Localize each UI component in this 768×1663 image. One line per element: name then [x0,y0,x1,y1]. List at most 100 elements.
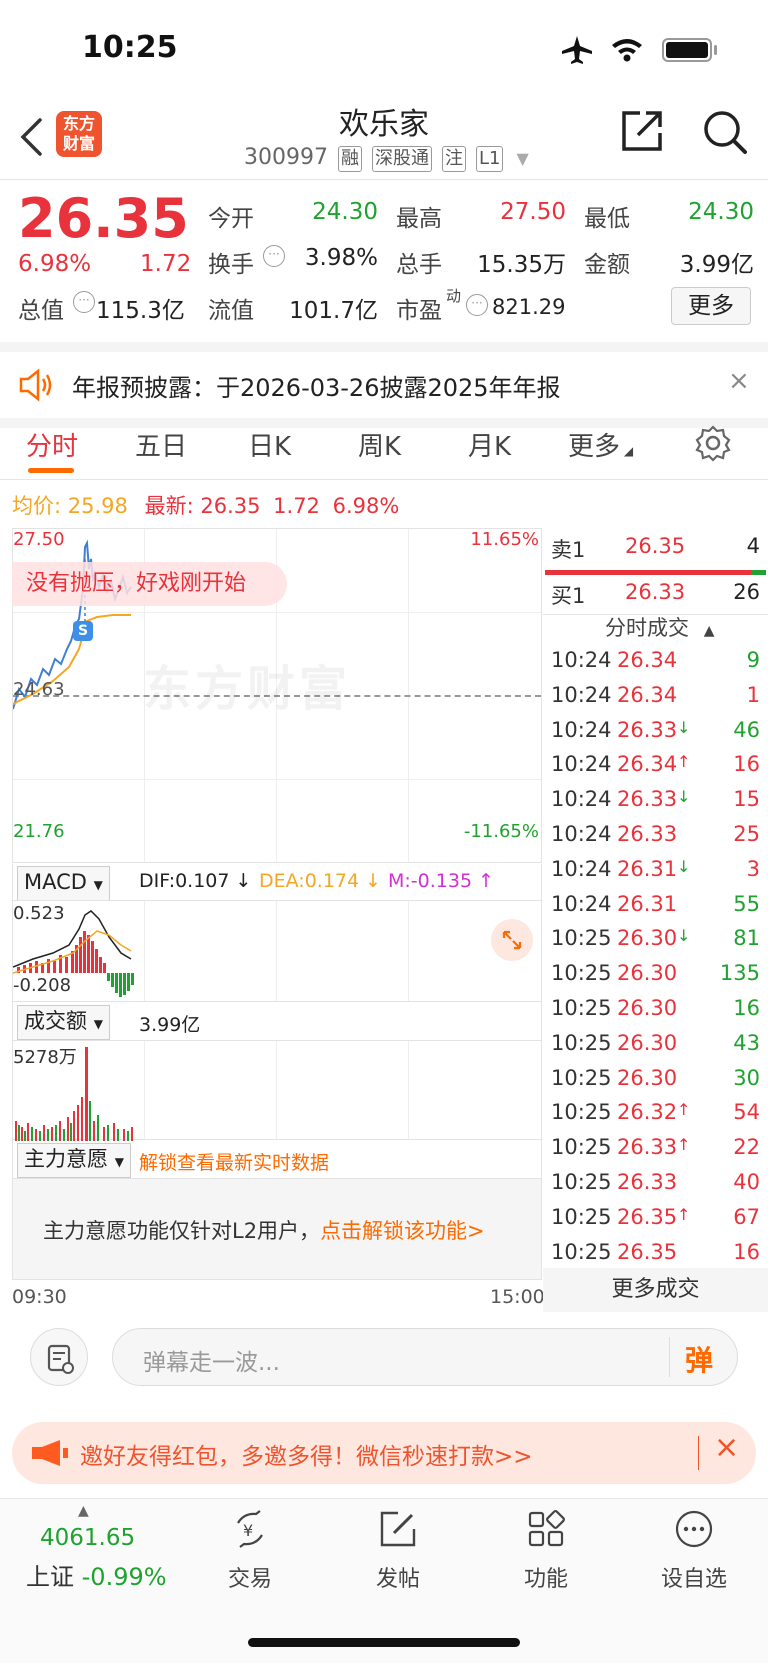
index-change: -0.99% [81,1563,167,1591]
tick-price: 26.33 [617,1170,678,1194]
search-icon[interactable] [702,109,748,155]
dropdown-arrow-icon: ▼ [114,1155,124,1169]
battery-tip-icon [714,45,717,55]
stock-code-row[interactable]: 300997 融 深股通 注 L1 ▼ [244,145,529,172]
sell-price: 26.35 [625,534,686,558]
danmu-input[interactable]: 弹幕走一波... 弹 [112,1328,738,1386]
tab-monthly-k[interactable]: 月K [468,426,511,463]
tick-price: 26.30 [617,926,678,951]
buy-ratio-bar [751,570,766,575]
capital-info-text: 主力意愿功能仅针对L2用户， [43,1219,321,1243]
expand-up-icon[interactable]: ▲ [78,1503,89,1519]
comment-bar: 弹幕走一波... 弹 [0,1310,768,1400]
tick-volume: 3 [746,856,760,881]
promo-tip[interactable]: 没有抛压，好戏刚开始 [12,562,287,606]
volume-panel-value: 3.99亿 [139,1014,201,1036]
nav-functions[interactable]: 功能 [496,1509,596,1593]
index-value[interactable]: 4061.65 [40,1525,135,1551]
tick-time: 10:25 [551,961,612,986]
mktcap-label: 总值 [18,298,64,324]
tick-time: 10:24 [551,856,612,881]
tick-row: 10:25 26.30 ↓ 81 [543,926,768,960]
macd-bottom-label: -0.208 [13,975,72,996]
danmu-placeholder: 弹幕走一波... [143,1350,280,1376]
tick-price: 26.30 [617,996,678,1020]
info-dots-icon[interactable]: ··· [466,294,488,316]
unlock-link[interactable]: 解锁查看最新实时数据 [139,1148,329,1175]
tick-direction-icon: ↓ [677,926,691,946]
tab-daily-k[interactable]: 日K [248,426,291,463]
high-label: 最高 [396,206,442,232]
tick-row: 10:24 26.31 ↓ 3 [543,857,768,891]
macd-label: MACD [24,870,87,894]
close-icon[interactable]: × [728,366,750,396]
tick-row: 10:25 26.30 16 [543,996,768,1030]
stock-code: 300997 [244,145,328,170]
tick-row: 10:24 26.33 ↓ 15 [543,787,768,821]
tick-price: 26.35 [617,1239,678,1264]
news-icon[interactable] [30,1328,88,1386]
macd-dif: DIF:0.107 ↓ [139,870,252,892]
nav-post[interactable]: 发帖 [348,1509,448,1593]
tick-volume: 15 [733,787,760,812]
nav-trade[interactable]: ¥ 交易 [200,1509,300,1593]
nav-functions-label: 功能 [523,1567,568,1592]
tick-volume: 22 [733,1135,760,1160]
change-value: 1.72 [140,251,192,277]
tick-time: 10:25 [551,1204,612,1229]
tick-price: 26.34 [617,752,678,777]
settings-gear-icon[interactable] [694,424,732,462]
tick-volume: 9 [746,648,760,672]
volume-selector[interactable]: 成交额 ▼ [17,1005,110,1040]
close-icon[interactable]: × [714,1430,739,1465]
tick-volume: 25 [733,822,760,846]
chart-tabs: 分时 五日 日K 周K 月K 更多 ◢ [0,408,768,480]
nav-add-watchlist[interactable]: 设自选 [644,1509,744,1593]
macd-bars [13,910,134,997]
tick-row: 10:24 26.33 ↓ 46 [543,718,768,752]
tab-five-day[interactable]: 五日 [135,426,187,463]
tick-time: 10:25 [551,1239,612,1264]
y-bottom-label: 21.76 [13,821,65,842]
status-time: 10:25 [82,30,178,65]
divider [669,1337,670,1377]
tab-more[interactable]: 更多 ◢ [568,426,633,463]
expand-icon[interactable] [491,919,533,961]
volume-bars [15,1047,133,1141]
home-indicator [248,1638,520,1647]
tick-price: 26.30 [617,1030,678,1055]
tick-row: 10:25 26.33 40 [543,1170,768,1204]
ticks-title[interactable]: 分时成交 ▲ [605,612,714,642]
info-dots-icon[interactable]: ··· [263,245,285,267]
index-row[interactable]: 上证 -0.99% [26,1557,167,1592]
tab-intraday[interactable]: 分时 [26,426,78,463]
info-dots-icon[interactable]: ··· [73,291,95,313]
macd-m: M:-0.135 ↑ [388,870,495,892]
buy-level-1[interactable]: 买1 26.33 26 [543,580,768,614]
tick-time: 10:25 [551,1135,612,1160]
danmu-send-button[interactable]: 弹 [685,1339,713,1379]
tick-row: 10:24 26.31 55 [543,892,768,926]
capital-selector[interactable]: 主力意愿 ▼ [17,1143,131,1178]
intraday-summary: 均价: 25.98 最新: 26.35 1.72 6.98% [12,490,399,520]
sell-ratio-bar [545,570,751,575]
dropdown-caret-icon[interactable]: ▼ [516,149,528,168]
tick-row: 10:25 26.30 30 [543,1066,768,1100]
more-trades-button[interactable]: 更多成交 [543,1268,768,1312]
signal-marker[interactable]: S [73,621,93,641]
tick-volume: 30 [733,1065,760,1090]
capital-unlock-button[interactable]: 点击解锁该功能> [320,1219,485,1243]
more-quote-button[interactable]: 更多 [671,287,751,325]
sell-level-1[interactable]: 卖1 26.35 4 [543,534,768,568]
tab-weekly-k[interactable]: 周K [358,426,401,463]
amount-label: 金额 [584,252,630,278]
tick-price: 26.34 [617,648,678,672]
share-icon[interactable] [620,109,664,153]
tick-volume: 46 [733,717,760,742]
avg-value: 25.98 [67,494,128,518]
macd-selector[interactable]: MACD ▼ [17,866,110,901]
latest-pct: 6.98% [332,494,400,518]
tick-volume: 40 [733,1170,760,1194]
wifi-icon [612,39,642,62]
invite-banner[interactable]: 邀好友得红包，多邀多得！微信秒速打款>> × [12,1422,756,1484]
